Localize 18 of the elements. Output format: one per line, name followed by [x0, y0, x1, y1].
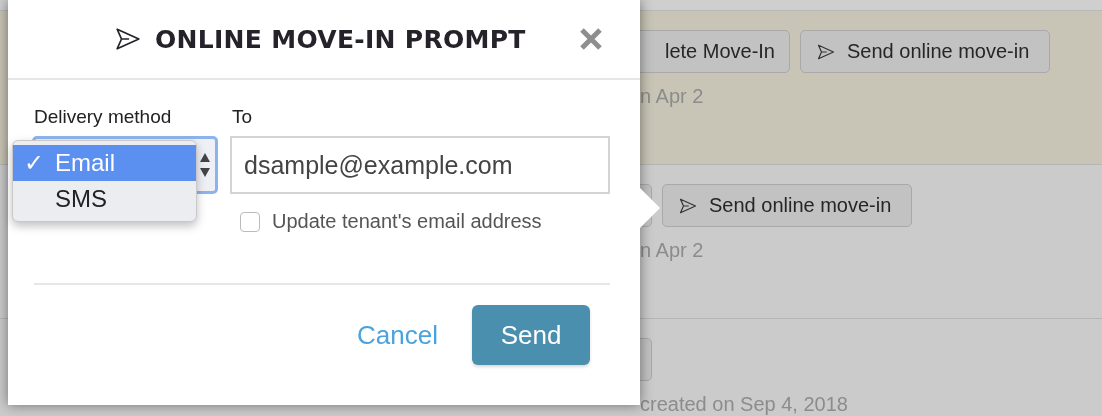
- created-date: n Apr 2: [639, 85, 704, 108]
- send-online-button[interactable]: Send online move-in: [800, 30, 1051, 73]
- send-button[interactable]: Send: [472, 305, 590, 365]
- to-field[interactable]: dsample@example.com: [230, 136, 610, 194]
- close-icon[interactable]: [579, 27, 603, 51]
- send-icon: [115, 26, 141, 52]
- created-date: n Apr 2: [639, 239, 704, 262]
- field-label: To: [231, 106, 254, 128]
- checkbox-label: Update tenant's email address: [272, 210, 542, 233]
- checkbox[interactable]: [240, 211, 260, 232]
- send-icon: [679, 196, 697, 215]
- field-label: Delivery method: [33, 106, 173, 128]
- send-online-button[interactable]: Send online move-in: [662, 184, 913, 227]
- dialog-title: ONLINE MOVE-IN PROMPT: [155, 24, 526, 54]
- stepper-icon: [199, 151, 211, 179]
- created-date: created on Sep 4, 2018: [639, 393, 848, 416]
- dropdown-option[interactable]: SMS: [13, 181, 196, 217]
- send-icon: [817, 42, 835, 61]
